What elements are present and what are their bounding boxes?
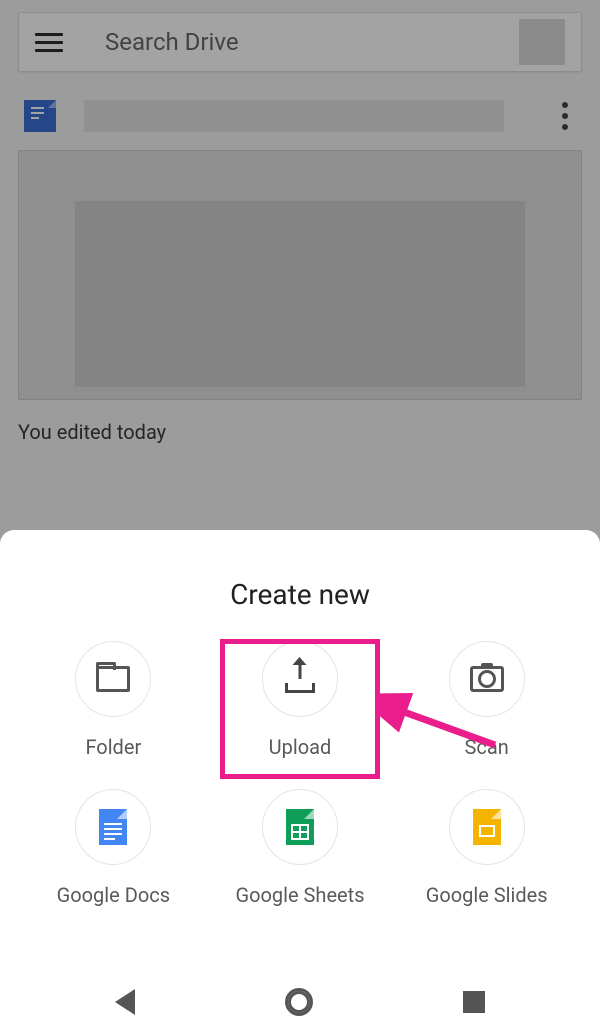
docs-label: Google Docs <box>57 883 170 907</box>
google-sheets-button[interactable]: Google Sheets <box>207 789 394 907</box>
upload-button[interactable]: Upload <box>207 641 394 759</box>
sheets-label: Google Sheets <box>235 883 364 907</box>
scan-button[interactable]: Scan <box>393 641 580 759</box>
create-folder-button[interactable]: Folder <box>20 641 207 759</box>
upload-icon <box>285 665 315 693</box>
folder-label: Folder <box>85 735 141 759</box>
nav-home-button[interactable] <box>285 988 313 1016</box>
google-docs-button[interactable]: Google Docs <box>20 789 207 907</box>
android-nav-bar <box>0 971 600 1033</box>
sheets-icon <box>286 809 314 845</box>
create-new-bottom-sheet: Create new Folder Upload Scan Google Doc… <box>0 530 600 1033</box>
docs-icon <box>99 809 127 845</box>
google-slides-button[interactable]: Google Slides <box>393 789 580 907</box>
slides-icon <box>473 809 501 845</box>
sheet-title: Create new <box>0 578 600 611</box>
upload-label: Upload <box>269 735 332 759</box>
scan-label: Scan <box>465 735 509 759</box>
folder-icon <box>96 666 130 692</box>
camera-icon <box>470 666 504 692</box>
slides-label: Google Slides <box>426 883 548 907</box>
create-options-grid: Folder Upload Scan Google Docs Google Sh… <box>0 641 600 907</box>
nav-back-button[interactable] <box>115 989 135 1015</box>
nav-recent-button[interactable] <box>463 991 485 1013</box>
